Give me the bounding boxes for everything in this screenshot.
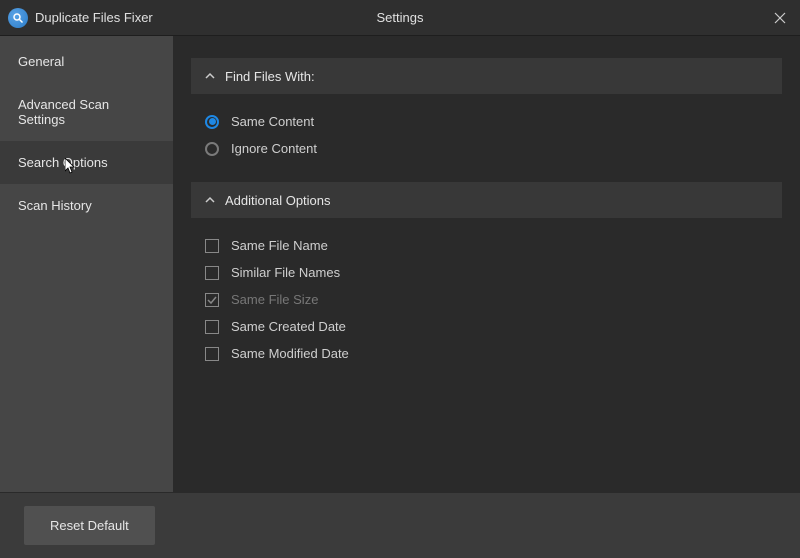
checkbox-icon: [205, 293, 219, 307]
titlebar-left: Duplicate Files Fixer: [0, 8, 153, 28]
section-body-additional: Same File Name Similar File Names Same F…: [191, 218, 782, 375]
sidebar-item-advanced-scan[interactable]: Advanced Scan Settings: [0, 83, 173, 141]
section-additional: Additional Options Same File Name Simila…: [191, 182, 782, 375]
sidebar-item-label: Search Options: [18, 155, 108, 170]
section-header-find-files[interactable]: Find Files With:: [191, 58, 782, 94]
checkbox-icon: [205, 266, 219, 280]
radio-ignore-content[interactable]: Ignore Content: [205, 135, 768, 162]
sidebar-item-label: General: [18, 54, 64, 69]
chevron-up-icon: [205, 195, 215, 205]
section-header-additional[interactable]: Additional Options: [191, 182, 782, 218]
sidebar: General Advanced Scan Settings Search Op…: [0, 36, 173, 492]
section-title: Additional Options: [225, 193, 331, 208]
radio-label: Same Content: [231, 114, 314, 129]
sidebar-item-search-options[interactable]: Search Options: [0, 141, 173, 184]
sidebar-item-general[interactable]: General: [0, 40, 173, 83]
main-body: General Advanced Scan Settings Search Op…: [0, 36, 800, 492]
footer: Reset Default: [0, 492, 800, 558]
checkbox-icon: [205, 347, 219, 361]
check-label: Similar File Names: [231, 265, 340, 280]
chevron-up-icon: [205, 71, 215, 81]
check-label: Same File Name: [231, 238, 328, 253]
window-title: Settings: [377, 10, 424, 25]
content-panel: Find Files With: Same Content Ignore Con…: [173, 36, 800, 492]
check-label: Same Modified Date: [231, 346, 349, 361]
sidebar-item-scan-history[interactable]: Scan History: [0, 184, 173, 227]
radio-icon: [205, 142, 219, 156]
app-title: Duplicate Files Fixer: [35, 10, 153, 25]
check-same-file-name[interactable]: Same File Name: [205, 232, 768, 259]
titlebar: Duplicate Files Fixer Settings: [0, 0, 800, 36]
close-button[interactable]: [760, 0, 800, 36]
app-icon: [8, 8, 28, 28]
check-label: Same Created Date: [231, 319, 346, 334]
reset-default-button[interactable]: Reset Default: [24, 506, 155, 545]
check-similar-file-names[interactable]: Similar File Names: [205, 259, 768, 286]
sidebar-item-label: Scan History: [18, 198, 92, 213]
radio-same-content[interactable]: Same Content: [205, 108, 768, 135]
section-title: Find Files With:: [225, 69, 315, 84]
radio-icon: [205, 115, 219, 129]
checkbox-icon: [205, 239, 219, 253]
sidebar-item-label: Advanced Scan Settings: [18, 97, 109, 127]
section-find-files: Find Files With: Same Content Ignore Con…: [191, 58, 782, 170]
radio-label: Ignore Content: [231, 141, 317, 156]
check-label: Same File Size: [231, 292, 318, 307]
check-same-modified-date[interactable]: Same Modified Date: [205, 340, 768, 367]
section-body-find-files: Same Content Ignore Content: [191, 94, 782, 170]
check-same-created-date[interactable]: Same Created Date: [205, 313, 768, 340]
checkbox-icon: [205, 320, 219, 334]
check-same-file-size[interactable]: Same File Size: [205, 286, 768, 313]
